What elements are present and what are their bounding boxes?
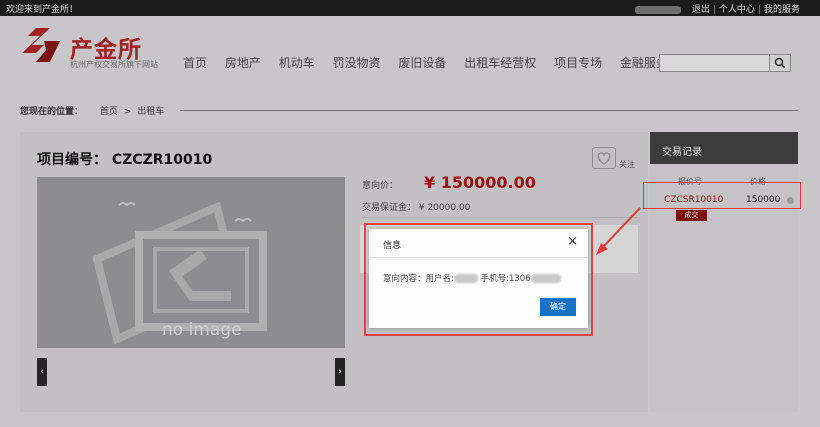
dialog-phone-prefix: 手机号:1306 xyxy=(477,274,531,284)
confirm-button[interactable]: 确定 xyxy=(540,298,576,316)
dialog-content-prefix: 意向内容：用户名: xyxy=(383,274,454,284)
redacted-username xyxy=(453,274,478,283)
annotation-arrow-icon xyxy=(596,207,641,255)
close-icon[interactable]: × xyxy=(567,234,578,249)
redacted-phone xyxy=(530,274,561,283)
dialog-divider xyxy=(369,257,588,258)
dialog-content: 意向内容：用户名: 手机号:1306 xyxy=(383,272,561,284)
dialog-title: 信息 xyxy=(383,241,402,251)
info-dialog: 信息 × 意向内容：用户名: 手机号:1306 确定 xyxy=(369,229,588,328)
